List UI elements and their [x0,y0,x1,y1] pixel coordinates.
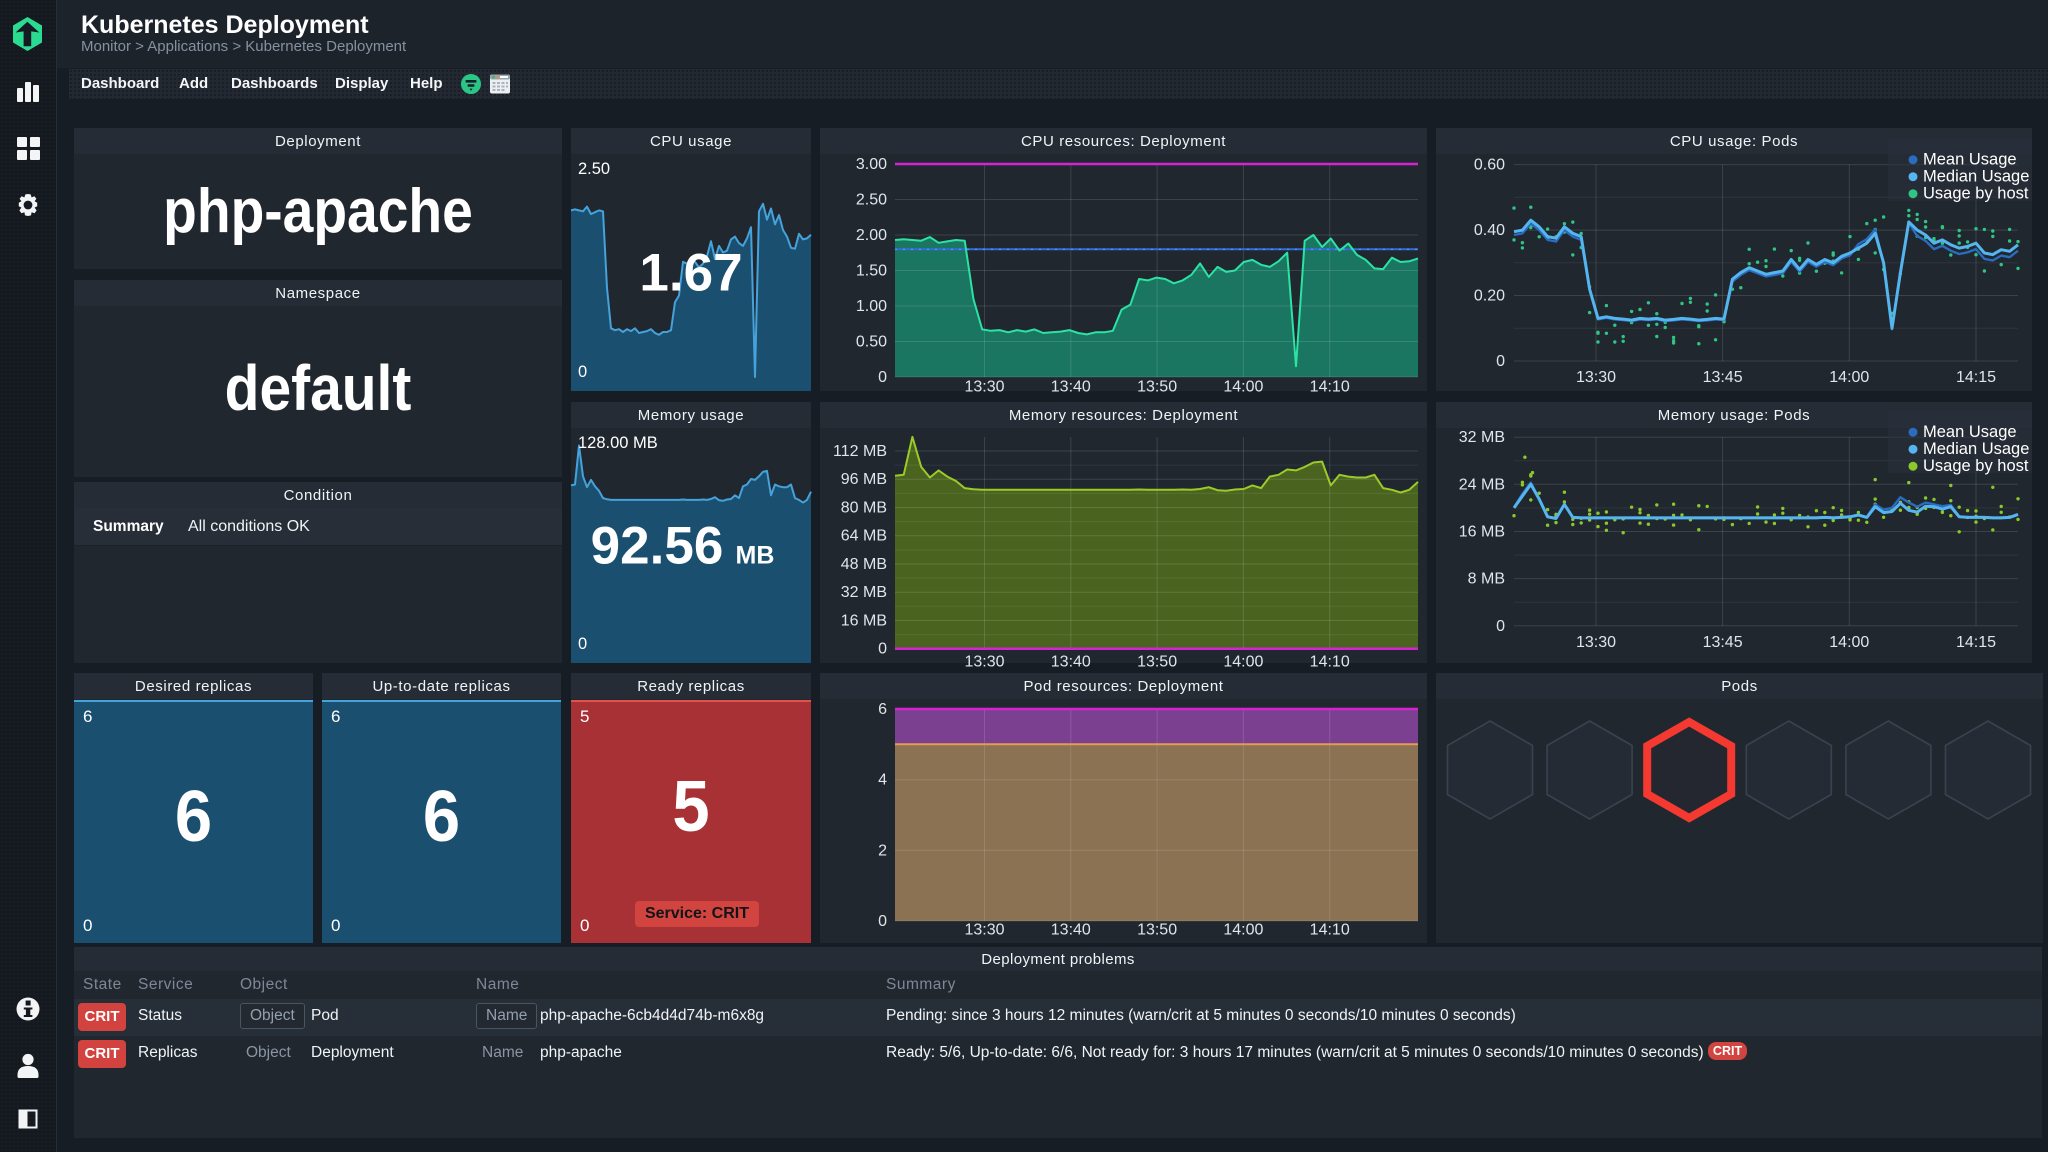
svg-text:14:00: 14:00 [1829,634,1869,651]
svg-text:13:40: 13:40 [1051,379,1091,396]
svg-text:4: 4 [878,772,887,789]
svg-text:0.60: 0.60 [1474,157,1505,174]
svg-text:MB: MB [736,542,775,570]
svg-text:0: 0 [1496,618,1505,635]
svg-text:14:10: 14:10 [1310,379,1350,396]
svg-text:1.50: 1.50 [856,263,887,280]
svg-text:13:45: 13:45 [1703,634,1743,651]
svg-text:112 MB: 112 MB [833,443,887,460]
svg-text:0.20: 0.20 [1474,288,1505,305]
svg-text:2: 2 [878,842,887,859]
svg-text:Median Usage: Median Usage [1923,440,2029,458]
svg-text:14:00: 14:00 [1829,369,1869,386]
svg-text:24 MB: 24 MB [1459,476,1505,493]
svg-text:13:30: 13:30 [1576,369,1616,386]
svg-text:0: 0 [1496,353,1505,370]
svg-text:14:00: 14:00 [1223,922,1263,939]
svg-text:0: 0 [878,369,887,386]
svg-text:92.56: 92.56 [591,517,724,576]
svg-text:32 MB: 32 MB [1459,429,1505,446]
svg-text:80 MB: 80 MB [841,500,887,517]
svg-text:Usage by host: Usage by host [1923,185,2029,203]
svg-text:14:15: 14:15 [1956,634,1996,651]
svg-text:13:45: 13:45 [1703,369,1743,386]
svg-text:Mean Usage: Mean Usage [1923,151,2017,169]
svg-text:13:30: 13:30 [964,379,1004,396]
svg-text:3.00: 3.00 [856,156,887,173]
svg-text:16 MB: 16 MB [1459,524,1505,541]
svg-text:48 MB: 48 MB [841,556,887,573]
svg-text:14:15: 14:15 [1956,369,1996,386]
svg-text:14:10: 14:10 [1310,654,1350,671]
svg-text:64 MB: 64 MB [841,528,887,545]
svg-text:14:00: 14:00 [1223,654,1263,671]
svg-text:14:10: 14:10 [1310,922,1350,939]
svg-text:96 MB: 96 MB [841,471,887,488]
svg-text:16 MB: 16 MB [841,613,887,630]
svg-text:14:00: 14:00 [1223,379,1263,396]
svg-text:13:30: 13:30 [964,654,1004,671]
svg-text:0: 0 [878,641,887,658]
svg-text:32 MB: 32 MB [841,584,887,601]
svg-text:13:40: 13:40 [1051,922,1091,939]
svg-text:0: 0 [578,363,587,381]
svg-text:1.00: 1.00 [856,298,887,315]
svg-text:0: 0 [878,913,887,930]
svg-text:6: 6 [878,701,887,718]
svg-text:13:30: 13:30 [964,922,1004,939]
svg-text:13:40: 13:40 [1051,654,1091,671]
svg-text:Usage by host: Usage by host [1923,457,2029,475]
svg-text:2.00: 2.00 [856,227,887,244]
svg-text:13:50: 13:50 [1137,922,1177,939]
svg-text:0.50: 0.50 [856,334,887,351]
svg-text:128.00 MB: 128.00 MB [578,434,658,452]
svg-text:13:50: 13:50 [1137,654,1177,671]
svg-text:0.40: 0.40 [1474,222,1505,239]
svg-text:13:30: 13:30 [1576,634,1616,651]
svg-text:Median Usage: Median Usage [1923,168,2029,186]
svg-text:1.67: 1.67 [639,244,742,303]
svg-text:0: 0 [578,635,587,653]
svg-text:8 MB: 8 MB [1468,571,1505,588]
svg-text:Mean Usage: Mean Usage [1923,423,2017,441]
svg-text:2.50: 2.50 [578,160,610,178]
svg-text:13:50: 13:50 [1137,379,1177,396]
svg-text:2.50: 2.50 [856,192,887,209]
